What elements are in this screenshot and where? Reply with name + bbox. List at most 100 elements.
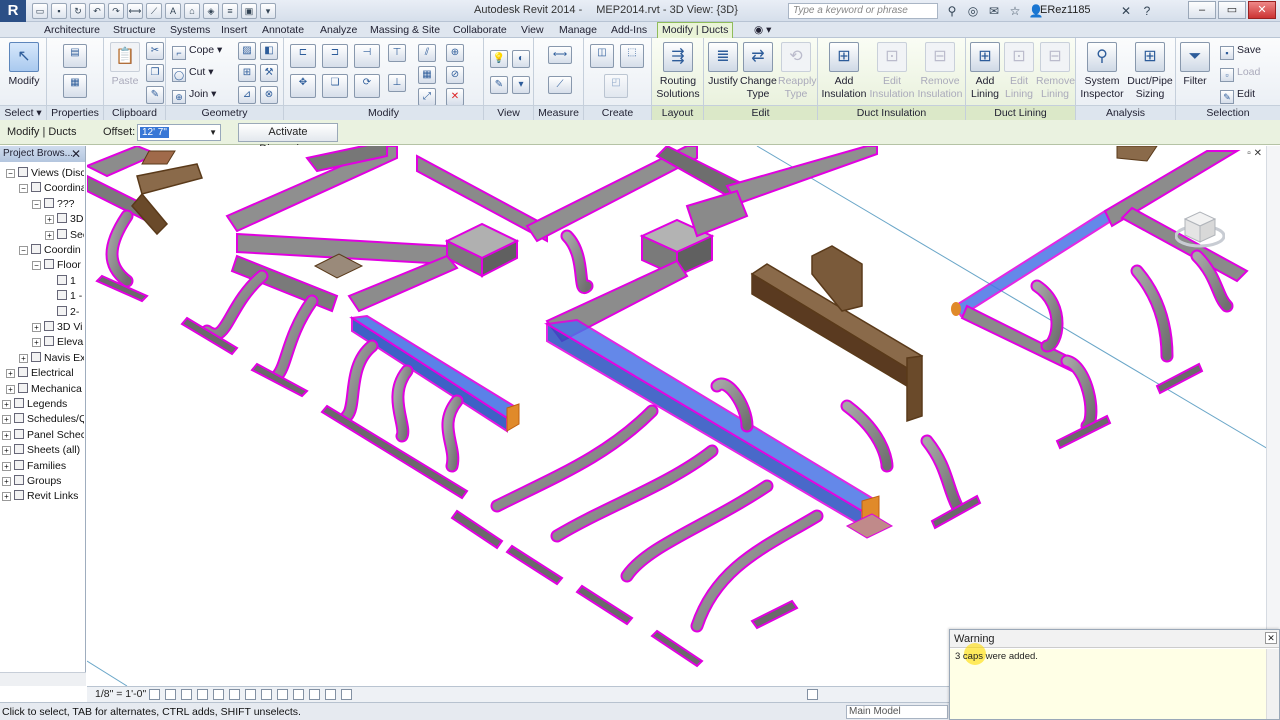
crop-view-icon[interactable] xyxy=(229,689,240,700)
browser-tree-item[interactable]: + Sectio xyxy=(45,228,84,243)
save-selection-button[interactable]: ▪ Save xyxy=(1220,42,1261,60)
offset-input[interactable]: 12' 7" ▼ xyxy=(137,124,221,141)
browser-tree-item[interactable]: 2- xyxy=(45,305,84,320)
shadows-icon[interactable] xyxy=(197,689,208,700)
expand-icon[interactable]: + xyxy=(2,461,11,471)
remove-insulation-button[interactable]: ⊟ Remove Insulation xyxy=(916,42,964,101)
tab-add-ins[interactable]: Add-Ins xyxy=(607,23,651,37)
create-group-icon[interactable]: ◰ xyxy=(604,74,628,98)
browser-tree-item[interactable]: + Mechanica xyxy=(6,382,84,397)
view-close-icon[interactable]: ▫ ✕ xyxy=(1247,148,1262,159)
edit-insulation-button[interactable]: ⊡ Edit Insulation xyxy=(868,42,916,101)
exchange-icon[interactable]: ✕ xyxy=(1118,3,1134,19)
browser-tree-item[interactable]: + Revit Links xyxy=(2,489,84,504)
routing-solutions-button[interactable]: ⇶ Routing Solutions xyxy=(655,42,701,101)
thin-lines-icon[interactable]: ≡ xyxy=(222,3,238,19)
collapse-icon[interactable]: − xyxy=(19,246,28,255)
paste-button[interactable]: 📋 Paste xyxy=(108,42,142,88)
trim-extend-icon[interactable]: ⊤ xyxy=(388,44,406,62)
expand-icon[interactable]: + xyxy=(32,323,41,332)
close-icon[interactable]: ✕ xyxy=(71,146,81,162)
duct-cap[interactable] xyxy=(506,403,520,432)
duct-segment-brown[interactable] xyxy=(131,163,203,236)
offset-dropdown-icon[interactable]: ▼ xyxy=(209,125,217,140)
communication-icon[interactable]: ✉ xyxy=(986,3,1002,19)
system-inspector-button[interactable]: ⚲ System Inspector xyxy=(1078,42,1126,101)
collapse-icon[interactable]: − xyxy=(19,184,28,194)
add-insulation-button[interactable]: ⊞ Add Insulation xyxy=(820,42,868,101)
edit-lining-button[interactable]: ⊡ Edit Lining xyxy=(1002,42,1036,101)
modify-button[interactable]: ↖ Modify xyxy=(6,42,42,88)
expand-icon[interactable]: + xyxy=(45,215,54,225)
minimize-button[interactable]: – xyxy=(1188,1,1216,19)
measure-between-icon[interactable]: ⟷ xyxy=(548,46,572,64)
tab-annotate[interactable]: Annotate xyxy=(258,23,308,37)
match-type-icon[interactable]: ✎ xyxy=(146,86,164,104)
3d-viewport[interactable]: ▫ ✕ xyxy=(87,146,1280,686)
align-geometry-icon[interactable]: ⊿ xyxy=(238,86,256,104)
browser-tree-item[interactable]: − Views (Disci xyxy=(6,166,84,181)
viewcube-icon[interactable] xyxy=(1175,204,1225,254)
browser-tree-item[interactable]: −??? xyxy=(32,197,84,212)
unpin-icon[interactable]: ⊘ xyxy=(446,66,464,84)
duct-segment[interactable] xyxy=(655,146,878,238)
join-button[interactable]: ⊕ Join ▾ xyxy=(172,86,216,104)
expand-icon[interactable]: + xyxy=(32,338,41,348)
demolish-icon[interactable]: ⚒ xyxy=(260,64,278,82)
expand-icon[interactable]: + xyxy=(6,384,15,394)
browser-tree-item[interactable]: 1 - xyxy=(45,289,84,304)
temporary-hide-icon[interactable] xyxy=(277,689,288,700)
measure-icon[interactable]: ⟷ xyxy=(127,3,143,19)
select-dropdown[interactable]: Select ▾ xyxy=(0,105,46,120)
tab-modify-ducts[interactable]: Modify | Ducts xyxy=(657,22,734,38)
application-menu-button[interactable]: R xyxy=(0,0,26,22)
close-icon[interactable]: ✕ xyxy=(1265,632,1277,644)
expand-icon[interactable]: + xyxy=(2,477,11,486)
browser-tree-item[interactable]: + Navis Ex xyxy=(19,351,84,366)
array-icon[interactable]: ▦ xyxy=(418,66,436,84)
tab-massing-site[interactable]: Massing & Site xyxy=(366,23,444,37)
browser-tree-item[interactable]: + Panel Schec xyxy=(2,428,84,443)
tab-architecture[interactable]: Architecture xyxy=(40,23,104,37)
unjoin-icon[interactable]: ⊗ xyxy=(260,86,278,104)
show-crop-region-icon[interactable] xyxy=(245,689,256,700)
tab-insert[interactable]: Insert xyxy=(217,23,251,37)
selected-duct-right[interactable] xyxy=(951,209,1113,318)
duct-segment-brown[interactable] xyxy=(750,245,924,423)
properties-icon[interactable]: ▤ xyxy=(63,44,87,68)
tag-icon[interactable]: A xyxy=(165,3,181,19)
create-parts-icon[interactable]: ⬚ xyxy=(620,44,644,68)
browser-tree-item[interactable]: 1 xyxy=(45,274,84,289)
browser-tree-item[interactable]: + Schedules/Q xyxy=(2,412,84,427)
open-icon[interactable]: ▭ xyxy=(32,3,48,19)
scale-icon[interactable]: ⤢ xyxy=(418,88,436,106)
expand-icon[interactable]: + xyxy=(2,415,11,425)
browser-tree-item[interactable]: + Sheets (all) xyxy=(2,443,84,458)
type-properties-icon[interactable]: ▦ xyxy=(63,74,87,98)
save-icon[interactable]: ▪ xyxy=(51,3,67,19)
visual-style-icon[interactable] xyxy=(165,689,176,700)
tab-analyze[interactable]: Analyze xyxy=(316,23,361,37)
air-terminals[interactable] xyxy=(95,274,1204,668)
help-icon[interactable]: ? xyxy=(1139,3,1155,19)
duct-cap[interactable] xyxy=(951,302,961,316)
duct-pipe-sizing-button[interactable]: ⊞ Duct/Pipe Sizing xyxy=(1126,42,1174,101)
cut-scissors-icon[interactable]: ✂ xyxy=(146,42,164,60)
active-model-dropdown[interactable]: Main Model xyxy=(846,705,948,719)
load-selection-button[interactable]: ▫ Load xyxy=(1220,64,1260,82)
maximize-button[interactable]: ▭ xyxy=(1218,1,1246,19)
expand-icon[interactable]: + xyxy=(45,230,54,240)
analytical-model-icon[interactable] xyxy=(325,689,336,700)
activate-dimensions-button[interactable]: Activate Dimensions xyxy=(238,123,338,155)
change-type-button[interactable]: ⇄ Change Type xyxy=(740,42,777,101)
switch-windows-icon[interactable]: ▾ xyxy=(260,3,276,19)
viewbar-scroll-handle[interactable] xyxy=(807,689,818,700)
hide-icon[interactable]: ◐ xyxy=(512,50,530,68)
cut-geometry-button[interactable]: ◯ Cut ▾ xyxy=(172,64,214,82)
subscription-icon[interactable]: ◎ xyxy=(965,3,981,19)
user-name[interactable]: ERez1185 xyxy=(1040,4,1091,16)
tab-systems[interactable]: Systems xyxy=(166,23,214,37)
tab-manage[interactable]: Manage xyxy=(555,23,601,37)
mirror-axis-icon[interactable]: ⊣ xyxy=(354,44,380,68)
override-graphics-icon[interactable]: 💡 xyxy=(490,50,508,68)
